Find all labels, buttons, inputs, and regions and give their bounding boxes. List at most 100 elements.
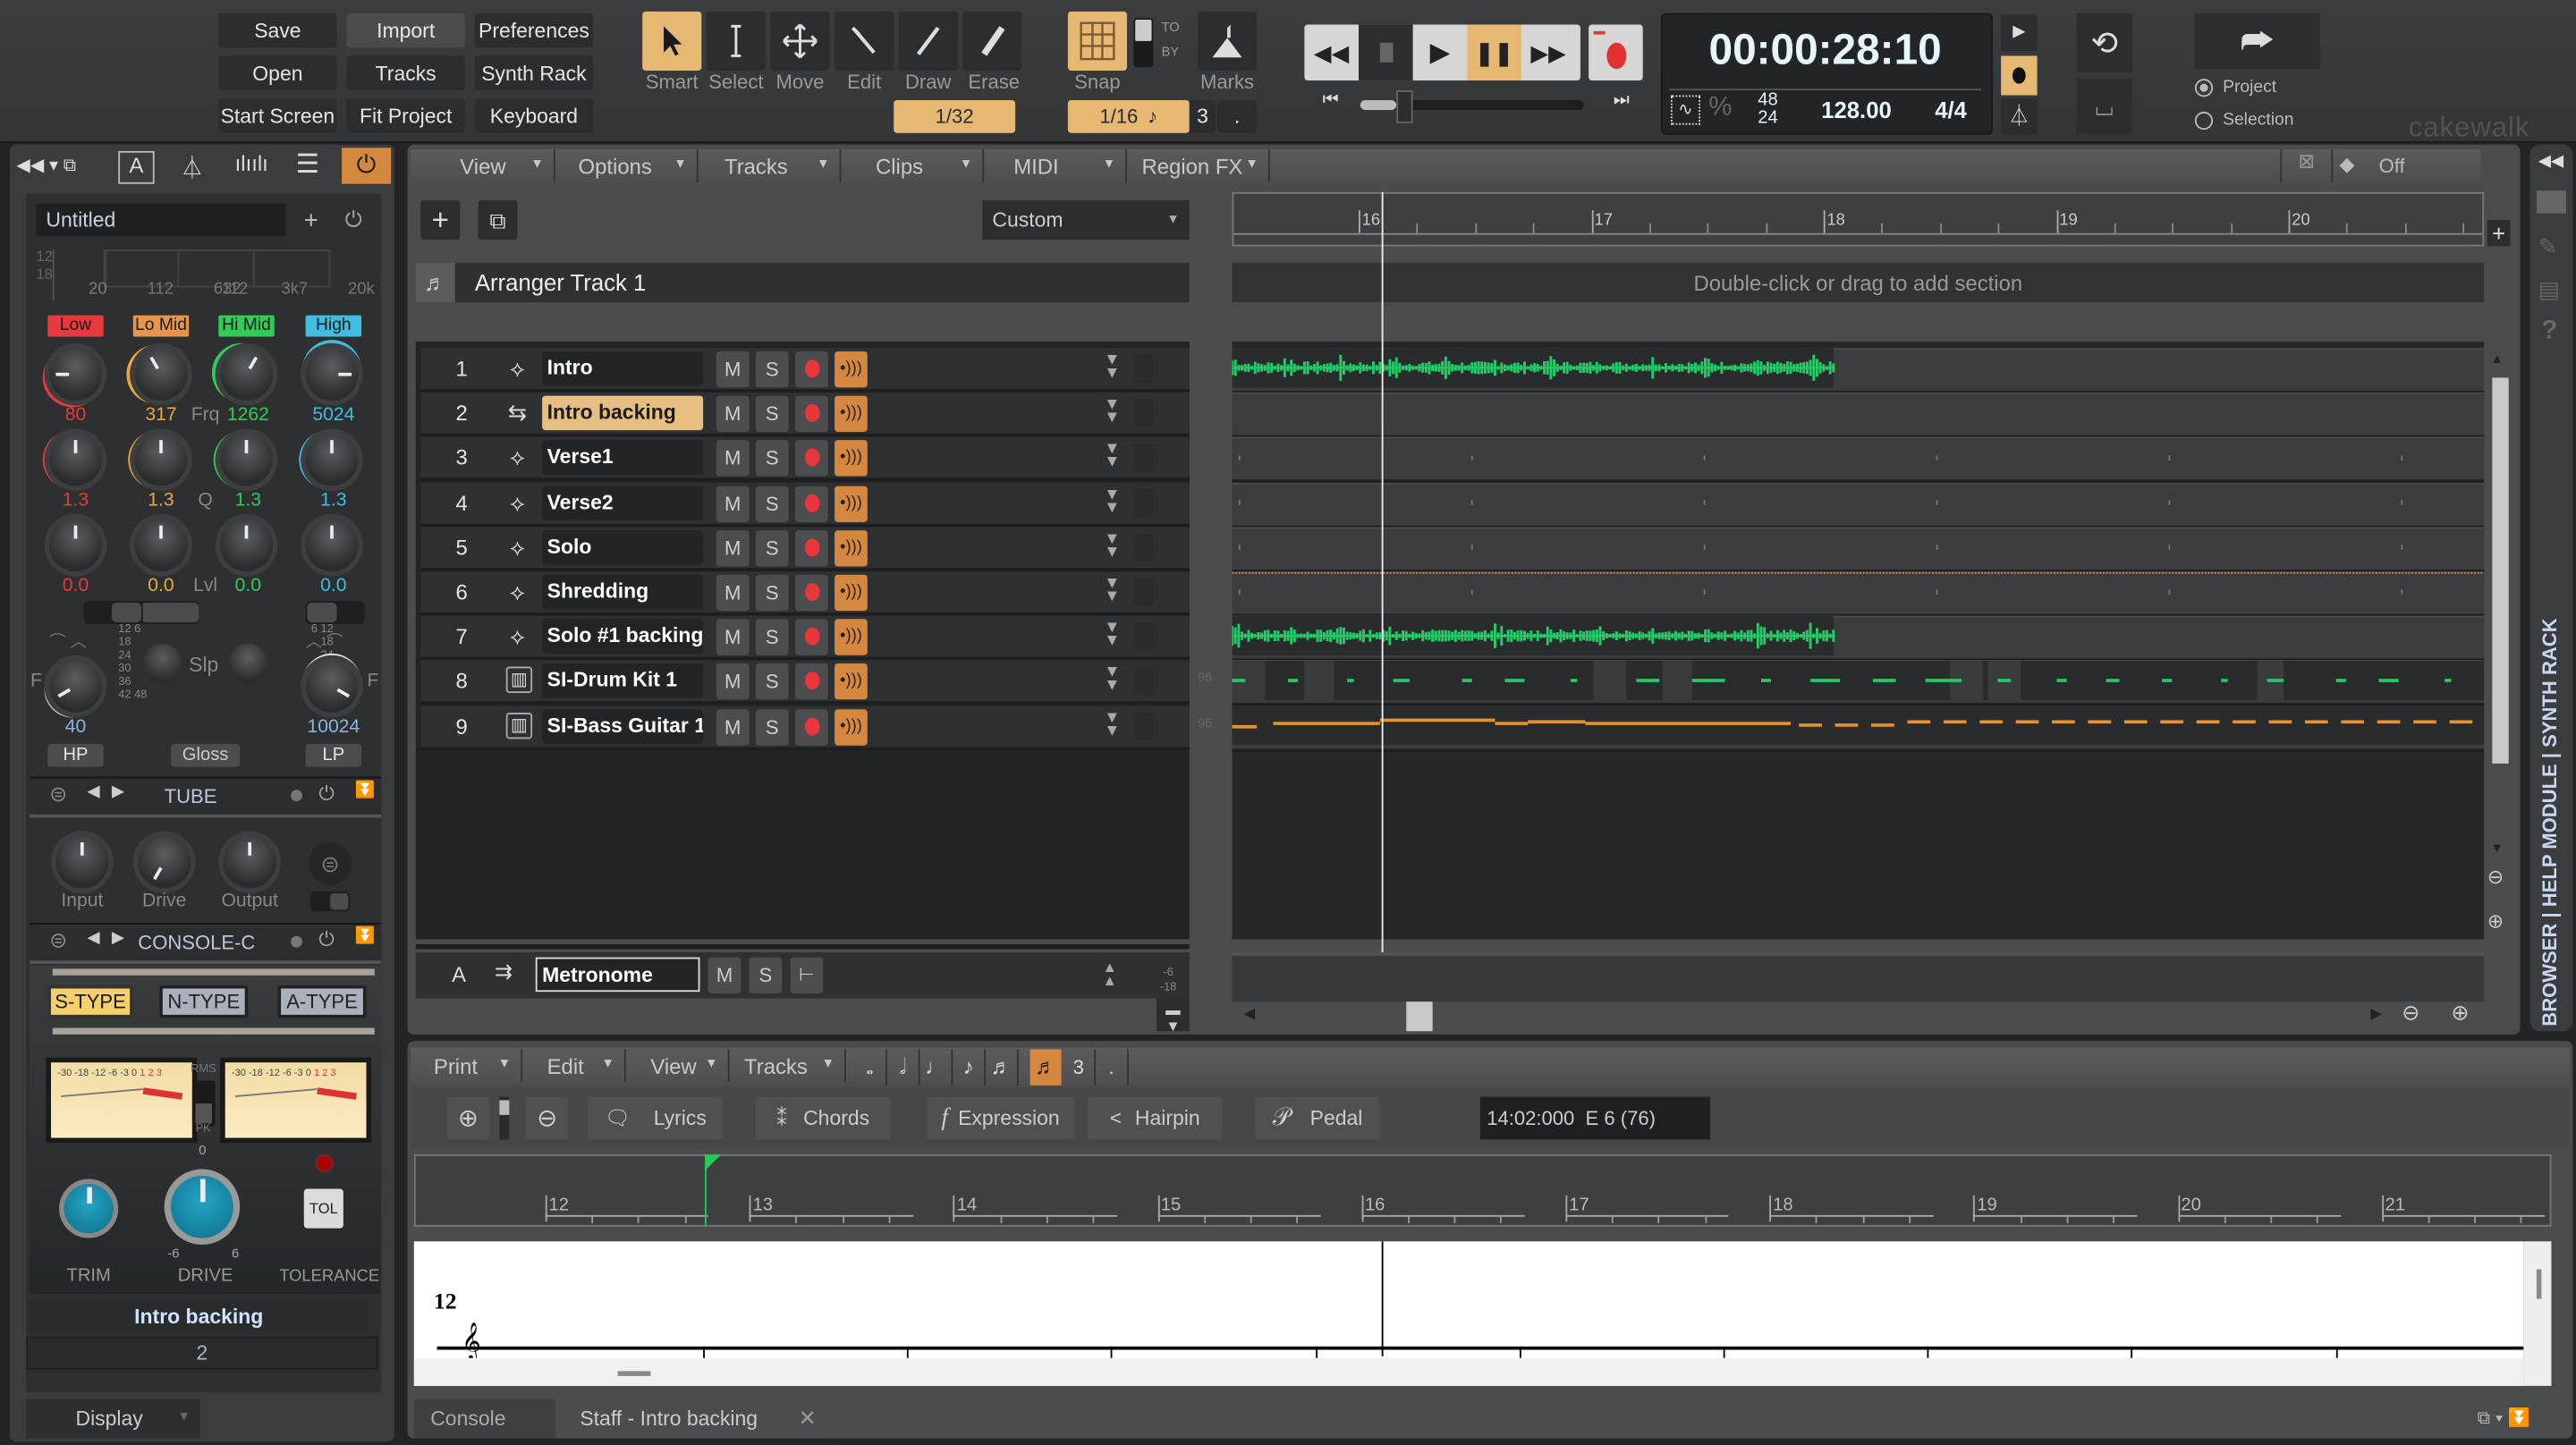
console-power-icon[interactable]: ⏻: [318, 928, 334, 953]
hi-mid-level-knob[interactable]: [220, 519, 273, 572]
record-button[interactable]: [1589, 24, 1643, 80]
rewind-button[interactable]: ◀◀: [1304, 25, 1359, 80]
tolerance-button[interactable]: TOL: [303, 1188, 343, 1229]
audio-waveform-icon[interactable]: ⟡: [503, 355, 532, 384]
go-to-start-button[interactable]: ⏮: [1311, 90, 1351, 120]
snap-to-by-switch[interactable]: [1133, 18, 1154, 68]
instrument-track-icon[interactable]: ▥: [505, 712, 533, 739]
menu-tracks[interactable]: Tracks ▼: [699, 149, 842, 182]
open-button[interactable]: Open: [218, 55, 337, 90]
vertical-scrollbar-thumb[interactable]: [2492, 377, 2509, 764]
lo-mid-level-knob[interactable]: [134, 519, 188, 572]
staff-menu-edit[interactable]: Edit ▼: [524, 1049, 626, 1083]
lp-enable-button[interactable]: LP: [305, 743, 362, 767]
track-row[interactable]: 9 ▥ SI-Bass Guitar 1 M S •))) ▼ ▼: [420, 705, 1190, 750]
time-display[interactable]: 00:00:28:10: [1661, 25, 1989, 76]
dock-tabs-label[interactable]: BROWSER | HELP MODULE | SYNTH RACK: [2538, 558, 2562, 1026]
play-button[interactable]: ▶: [1413, 25, 1468, 80]
expand-track-icon[interactable]: ▼ ▼: [1104, 709, 1120, 739]
staff-zoom-out-button[interactable]: ⊖: [525, 1096, 569, 1140]
tempo-inspector-tab[interactable]: ⏃: [181, 151, 204, 184]
clip-inspector-tab[interactable]: ılıılı: [235, 151, 268, 176]
next-preset-icon[interactable]: ▶: [112, 929, 124, 947]
select-tool-button[interactable]: [706, 11, 766, 71]
hp-enable-button[interactable]: HP: [47, 743, 104, 767]
low-freq-knob[interactable]: [49, 348, 102, 401]
audio-engine-icon[interactable]: ∿: [1670, 95, 1701, 125]
track-name-field[interactable]: Verse1: [542, 440, 704, 476]
instrument-track-icon[interactable]: ▥: [505, 667, 533, 694]
expand-track-icon[interactable]: ▼ ▼: [1104, 397, 1120, 427]
loop-button[interactable]: ⟲: [2076, 13, 2133, 72]
draw-tool-button[interactable]: [898, 11, 958, 71]
synth-rack-button[interactable]: Synth Rack: [474, 55, 594, 90]
add-ruler-button[interactable]: +: [2487, 220, 2511, 247]
start-screen-button[interactable]: Start Screen: [218, 98, 337, 133]
tube-drive-knob[interactable]: [138, 835, 191, 889]
low-level-knob[interactable]: [49, 519, 102, 572]
tube-input-knob[interactable]: [55, 835, 109, 889]
track-name-field[interactable]: Solo #1 backing: [542, 619, 704, 655]
drive-knob[interactable]: [164, 1169, 241, 1245]
duration-quarter-button[interactable]: ♩: [920, 1049, 953, 1086]
stop-button[interactable]: [1358, 24, 1413, 80]
track-name-field[interactable]: Intro: [542, 351, 704, 386]
high-level-knob[interactable]: [305, 519, 359, 572]
eq-power-icon[interactable]: ⏻: [345, 207, 362, 232]
bus-row[interactable]: A ⇉ Metronome M S ⊢ ▲ ▲ -6 -18: [415, 952, 1190, 999]
duration-whole-button[interactable]: 𝅝: [854, 1049, 887, 1086]
bus-mute-button[interactable]: M: [708, 957, 741, 993]
hairpin-tool-button[interactable]: < Hairpin: [1087, 1096, 1223, 1140]
lp-slope-knob[interactable]: [228, 643, 268, 683]
fit-project-button[interactable]: Fit Project: [346, 98, 465, 133]
input-echo-button[interactable]: •))): [835, 351, 868, 388]
expand-track-icon[interactable]: ▼ ▼: [1104, 531, 1120, 561]
tool-resolution-select[interactable]: 1/32: [894, 100, 1016, 133]
duration-thirty-second-button[interactable]: ♬: [1030, 1049, 1062, 1086]
staff-menu-view[interactable]: View ▼: [628, 1049, 730, 1083]
mute-button[interactable]: M: [716, 663, 750, 701]
solo-button[interactable]: S: [755, 619, 789, 656]
solo-button[interactable]: S: [755, 351, 789, 388]
mute-button[interactable]: M: [716, 619, 750, 656]
band-low-label[interactable]: Low: [47, 315, 104, 337]
duration-eighth-button[interactable]: ♪: [953, 1049, 987, 1086]
expand-track-icon[interactable]: ▼ ▼: [1104, 352, 1120, 382]
input-echo-button[interactable]: •))): [835, 395, 868, 433]
duration-dotted-button[interactable]: .: [1096, 1049, 1129, 1086]
track-row[interactable]: 3 ⟡ Verse1 M S •))) ▼ ▼: [420, 437, 1190, 482]
arranger-section-lane[interactable]: Double-click or drag to add section: [1232, 262, 2485, 302]
staff-now-flag[interactable]: [704, 1153, 722, 1171]
export-project-radio[interactable]: Project: [2194, 77, 2276, 97]
menu-clips[interactable]: Clips ▼: [843, 149, 985, 182]
solo-button[interactable]: S: [755, 574, 789, 612]
input-echo-button[interactable]: •))): [835, 440, 868, 477]
smart-tool-button[interactable]: [642, 11, 702, 71]
snap-dotted-button[interactable]: .: [1217, 100, 1258, 133]
midi-clip-gap[interactable]: [1593, 660, 1627, 701]
input-echo-button[interactable]: •))): [835, 529, 868, 567]
track-name-field[interactable]: SI-Drum Kit 1: [542, 663, 704, 699]
record-arm-button[interactable]: [794, 529, 828, 567]
lo-mid-q-knob[interactable]: [134, 433, 188, 486]
audio-waveform-icon[interactable]: ⟡: [503, 488, 532, 518]
input-echo-button[interactable]: •))): [835, 574, 868, 612]
record-arm-button[interactable]: [794, 395, 828, 433]
input-echo-button[interactable]: •))): [835, 708, 868, 745]
hp-freq-knob[interactable]: [49, 660, 102, 713]
expand-track-icon[interactable]: ▼ ▼: [1104, 486, 1120, 516]
multidock-controls[interactable]: ⧉ ▾ ⏬: [2478, 1407, 2530, 1431]
meter-display[interactable]: 4/4: [1914, 97, 1988, 123]
add-track-button[interactable]: +: [420, 200, 461, 241]
go-to-end-button[interactable]: ⏭: [1602, 90, 1641, 120]
mute-button[interactable]: M: [716, 529, 750, 567]
menu-view[interactable]: View ▼: [427, 149, 555, 182]
audio-waveform-icon[interactable]: ⟡: [503, 622, 532, 652]
preferences-button[interactable]: Preferences: [474, 13, 594, 48]
export-button[interactable]: ⮫: [2194, 13, 2320, 70]
track-name-field[interactable]: Solo: [542, 529, 704, 565]
n-type-button[interactable]: N-TYPE: [159, 984, 249, 1018]
clips-area[interactable]: [1232, 346, 2485, 756]
expand-track-icon[interactable]: ▼ ▼: [1104, 576, 1120, 605]
tube-output-knob[interactable]: [223, 835, 276, 889]
